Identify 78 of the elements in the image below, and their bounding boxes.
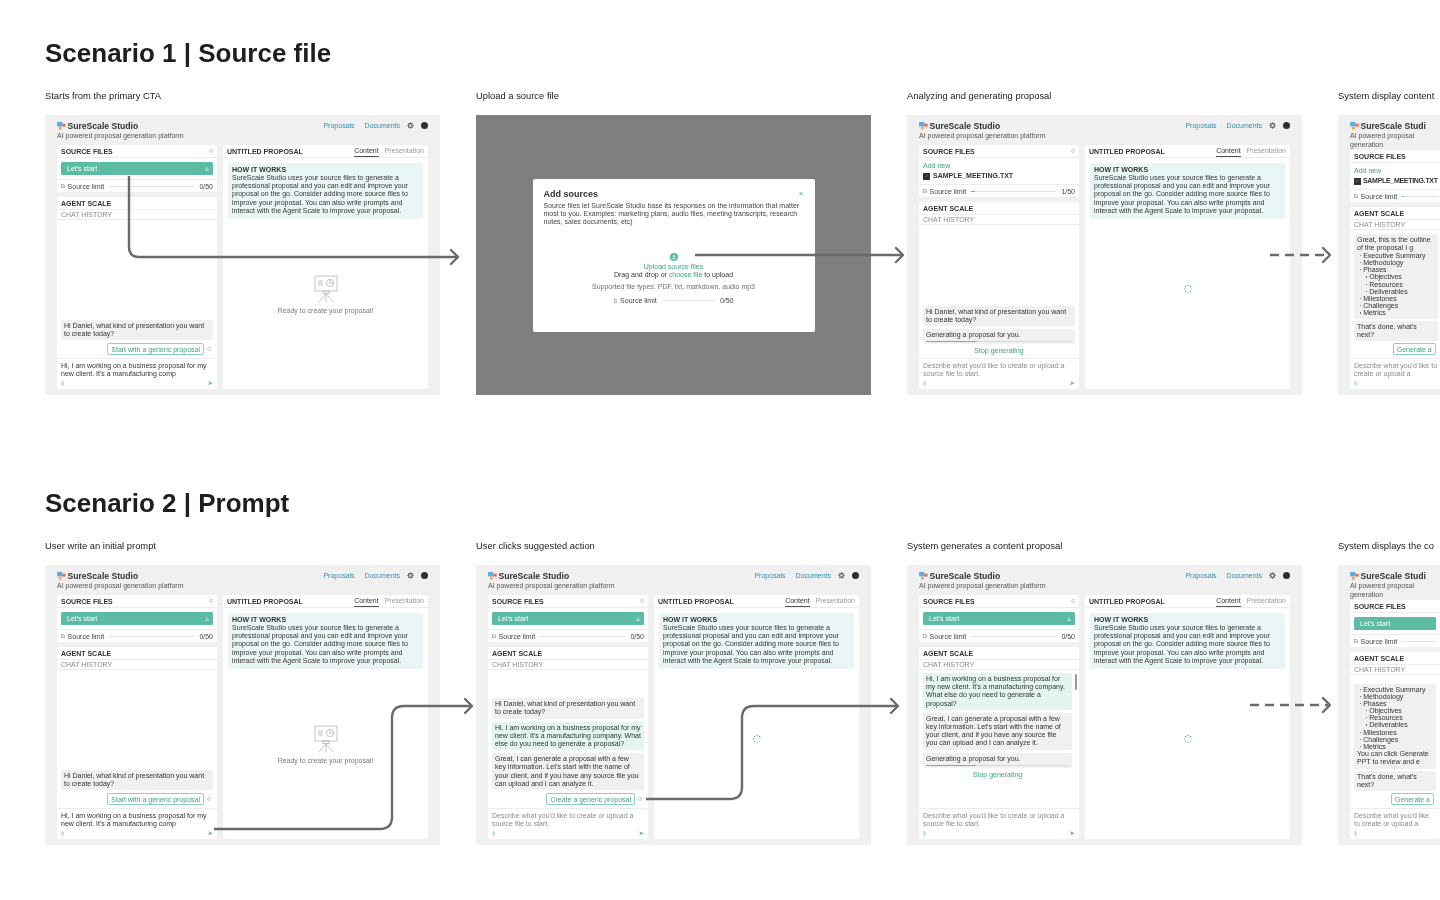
- settings-icon[interactable]: [1269, 122, 1276, 129]
- refresh-icon[interactable]: [209, 149, 213, 153]
- checkbox[interactable]: [1354, 177, 1361, 185]
- frame-caption: Starts from the primary CTA: [45, 89, 162, 103]
- frame-caption: User write an initial prompt: [45, 539, 157, 553]
- file-icon: [492, 633, 496, 639]
- settings-icon[interactable]: [407, 572, 414, 579]
- upload-icon: [1067, 616, 1071, 621]
- paperclip-icon[interactable]: [1354, 381, 1357, 386]
- send-icon[interactable]: [208, 381, 213, 386]
- paperclip-icon[interactable]: [61, 381, 64, 386]
- scenario-heading: Scenario 1 | Source file: [45, 38, 333, 68]
- app-title: SureScale Studio: [67, 121, 139, 131]
- paperclip-icon[interactable]: [492, 831, 495, 836]
- flow-arrow: [1270, 246, 1332, 264]
- app-title: SureScale Studio: [67, 571, 139, 581]
- scenario-heading: Scenario 2 | Prompt: [45, 488, 291, 518]
- avatar-icon[interactable]: [421, 572, 428, 579]
- file-icon: [1354, 638, 1358, 644]
- app-title: SureScale Studio: [498, 571, 570, 581]
- frame-caption: System display content: [1338, 89, 1436, 103]
- upload-icon[interactable]: [669, 253, 678, 262]
- modal-title: Add sources: [543, 188, 598, 200]
- logo-icon: [1350, 572, 1359, 580]
- refresh-icon[interactable]: [1071, 599, 1075, 603]
- send-icon[interactable]: [208, 831, 213, 836]
- paperclip-icon[interactable]: [1354, 831, 1357, 836]
- logo-icon: [919, 572, 928, 580]
- paperclip-icon[interactable]: [61, 831, 64, 836]
- paperclip-icon[interactable]: [923, 381, 926, 386]
- logo-icon: [57, 572, 66, 580]
- file-icon: [923, 188, 927, 194]
- logo-icon: [919, 122, 928, 130]
- app-title: SureScale Studio: [929, 571, 1001, 581]
- presentation-board-icon: [313, 724, 338, 753]
- upload-icon: [636, 616, 640, 621]
- spinner-icon: [1182, 734, 1193, 744]
- avatar-icon[interactable]: [852, 572, 859, 579]
- checkbox[interactable]: [923, 172, 930, 180]
- refresh-icon[interactable]: [209, 599, 213, 603]
- frame-caption: Analyzing and generating proposal: [907, 89, 1053, 103]
- logo-icon: [488, 572, 497, 580]
- logo-icon: [1350, 122, 1359, 130]
- refresh-icon[interactable]: [207, 347, 211, 351]
- file-icon: [613, 298, 618, 304]
- upload-icon: [205, 166, 209, 171]
- file-icon: [923, 633, 927, 639]
- refresh-icon[interactable]: [1071, 149, 1075, 153]
- refresh-icon[interactable]: [638, 797, 642, 801]
- paperclip-icon[interactable]: [923, 831, 926, 836]
- close-button[interactable]: ×: [798, 190, 804, 198]
- app-title: SureScale Studio: [929, 121, 1001, 131]
- spinner-icon: [751, 734, 762, 744]
- refresh-icon[interactable]: [207, 797, 211, 801]
- presentation-board-icon: [313, 274, 338, 303]
- app-title: SureScale Studi: [1360, 121, 1426, 131]
- send-icon[interactable]: [639, 831, 644, 836]
- file-icon: [1354, 193, 1358, 199]
- settings-icon[interactable]: [1269, 572, 1276, 579]
- file-icon: [61, 633, 65, 639]
- frame-caption: System displays the co: [1338, 539, 1435, 553]
- frame-caption: Upload a source file: [476, 89, 560, 103]
- avatar-icon[interactable]: [1283, 122, 1290, 129]
- refresh-icon[interactable]: [640, 599, 644, 603]
- upload-icon: [205, 616, 209, 621]
- scrollbar[interactable]: [1075, 674, 1077, 690]
- settings-icon[interactable]: [838, 572, 845, 579]
- frame-caption: User clicks suggested action: [476, 539, 596, 553]
- send-icon[interactable]: [1070, 831, 1075, 836]
- avatar-icon[interactable]: [1283, 572, 1290, 579]
- send-icon[interactable]: [1070, 381, 1075, 386]
- frame-caption: System generates a content proposal: [907, 539, 1064, 553]
- avatar-icon[interactable]: [421, 122, 428, 129]
- app-title: SureScale Studi: [1360, 571, 1426, 581]
- file-icon: [61, 183, 65, 189]
- settings-icon[interactable]: [407, 122, 414, 129]
- spinner-icon: [1182, 284, 1193, 294]
- logo-icon: [57, 122, 66, 130]
